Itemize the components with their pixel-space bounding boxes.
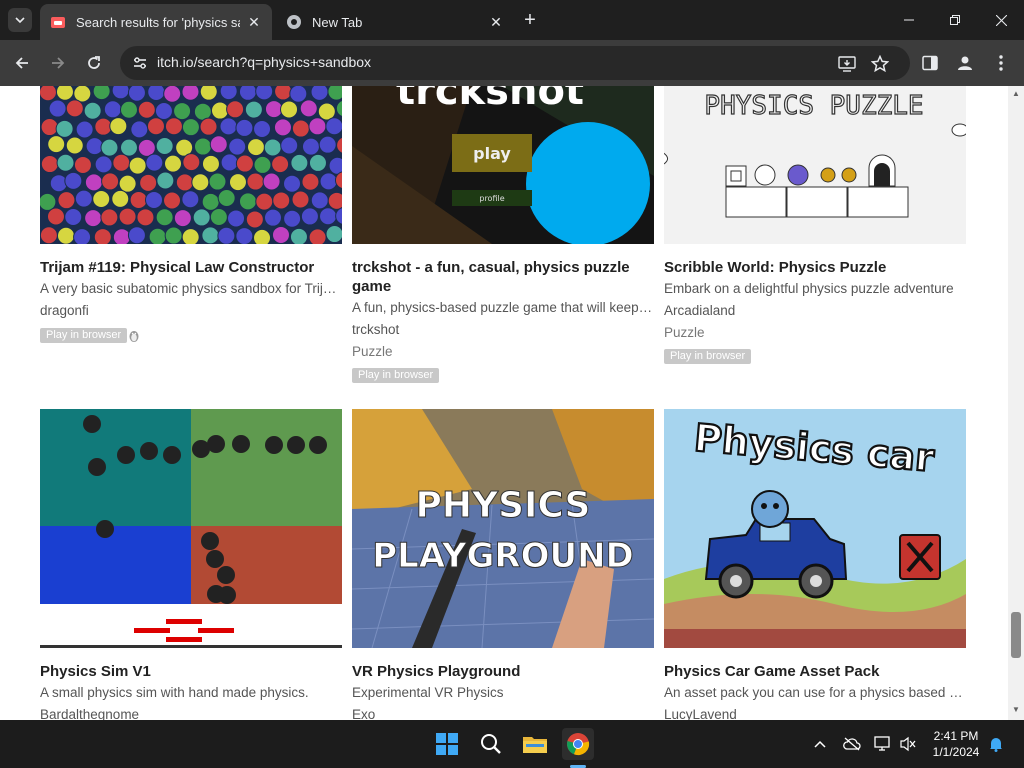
chrome-favicon-icon [287,15,301,29]
game-description: A small physics sim with hand made physi… [40,685,309,700]
game-author-link[interactable]: trckshot [352,322,399,337]
restore-icon [950,15,960,25]
play-in-browser-badge: Play in browser [352,368,440,383]
profile-avatar-icon[interactable] [954,52,976,74]
game-description: A very basic subatomic physics sandbox f… [40,281,342,296]
chrome-taskbar-button[interactable] [562,728,594,760]
show-hidden-icons-chevron-icon[interactable] [810,734,830,754]
tab-search-results[interactable]: Search results for 'physics sandbox' ✕ [40,4,272,40]
new-tab-button[interactable]: + [518,8,542,32]
minimize-button[interactable] [886,0,932,40]
game-thumbnail[interactable]: PHYSICS PUZZLE [664,86,966,244]
address-bar[interactable]: itch.io/search?q=physics+sandbox [120,46,910,80]
game-title-link[interactable]: trckshot - a fun, casual, physics puzzle… [352,258,654,296]
game-title-link[interactable]: Scribble World: Physics Puzzle [664,258,966,277]
clock-date: 1/1/2024 [932,745,980,759]
trckshot-logo-text: trckshot [396,86,584,114]
vr-thumbnail-line2: PLAYGROUND [372,536,634,576]
itch-favicon-icon [51,17,65,28]
game-description: Embark on a delightful physics puzzle ad… [664,281,954,296]
site-settings-icon [134,57,146,69]
game-description: A fun, physics-based puzzle game that wi… [352,300,654,315]
clock-time: 2:41 PM [933,729,979,743]
start-button[interactable] [431,728,463,760]
game-description: An asset pack you can use for a physics … [664,685,966,700]
tab-title: Search results for 'physics sandbox' [76,14,240,30]
forward-button[interactable] [44,49,72,77]
network-icon[interactable] [873,734,893,754]
close-tab-icon[interactable]: ✕ [488,14,504,30]
chevron-down-icon [15,17,25,24]
game-title-link[interactable]: Trijam #119: Physical Law Constructor [40,258,342,277]
thumbnail-profile-text: profile [479,194,504,203]
game-description: Experimental VR Physics [352,685,504,700]
game-genre: Puzzle [352,344,393,359]
game-title-link[interactable]: VR Physics Playground [352,662,654,681]
side-panel-icon[interactable] [919,52,941,74]
game-thumbnail[interactable]: Physics car [664,409,966,648]
close-window-button[interactable] [978,0,1024,40]
close-icon [995,14,1007,26]
game-title-link[interactable]: Physics Sim V1 [40,662,342,681]
arrow-left-icon [15,57,28,69]
restore-button[interactable] [932,0,978,40]
url-text: itch.io/search?q=physics+sandbox [157,54,372,70]
arrow-right-icon [52,57,65,69]
scribble-heading-text: PHYSICS PUZZLE [704,91,923,121]
install-app-icon[interactable] [837,54,857,74]
search-button[interactable] [475,728,507,760]
reload-icon [88,56,100,69]
game-author-link[interactable]: LucyLavend [664,707,737,720]
game-thumbnail[interactable] [40,86,342,244]
close-tab-icon[interactable]: ✕ [246,14,262,30]
game-author-link[interactable]: Bardalthegnome [40,707,139,720]
cloud-off-icon[interactable] [842,734,862,754]
thumbnail-play-text: play [473,144,511,163]
reload-button[interactable] [80,49,108,77]
game-author-link[interactable]: Arcadialand [664,303,735,318]
game-thumbnail[interactable]: trckshot play profile [352,86,654,244]
page-scrollbar[interactable]: ▲ ▼ [1008,86,1024,720]
tab-title: New Tab [312,14,363,30]
minimize-icon [904,19,914,21]
vr-thumbnail-line1: PHYSICS [416,485,591,526]
tab-new-tab[interactable]: New Tab ✕ [276,4,514,40]
volume-muted-icon[interactable] [898,734,918,754]
tab-strip: Search results for 'physics sandbox' ✕ N… [0,0,1024,40]
menu-kebab-icon[interactable] [990,52,1012,74]
windows-taskbar: 2:41 PM 1/1/2024 [0,720,1024,768]
linux-icon [129,331,139,342]
play-in-browser-badge: Play in browser [664,349,752,364]
game-thumbnail[interactable]: PHYSICS PLAYGROUND [352,409,654,648]
folder-icon [523,737,547,753]
bookmark-star-icon[interactable] [870,54,890,74]
game-title-link[interactable]: Physics Car Game Asset Pack [664,662,966,681]
tab-search-button[interactable] [8,8,32,32]
chrome-icon [567,733,590,756]
browser-toolbar: itch.io/search?q=physics+sandbox [0,40,1024,86]
file-explorer-button[interactable] [519,728,551,760]
page-content: Trijam #119: Physical Law Constructor A … [0,86,1008,720]
game-author-link[interactable]: Exo [352,707,375,720]
scrollbar-thumb[interactable] [1011,612,1021,658]
game-genre: Puzzle [664,325,705,340]
scroll-up-arrow-icon[interactable]: ▲ [1012,90,1020,98]
search-icon [481,734,501,754]
notification-bell-icon[interactable] [986,734,1006,754]
scroll-down-arrow-icon[interactable]: ▼ [1012,706,1020,714]
windows-logo-icon [436,733,458,755]
game-thumbnail[interactable] [40,409,342,648]
game-author-link[interactable]: dragonfi [40,303,89,318]
play-in-browser-badge: Play in browser [40,328,128,343]
car-thumbnail-heading: Physics car [692,416,936,481]
system-clock[interactable]: 2:41 PM 1/1/2024 [924,728,988,760]
back-button[interactable] [8,49,36,77]
